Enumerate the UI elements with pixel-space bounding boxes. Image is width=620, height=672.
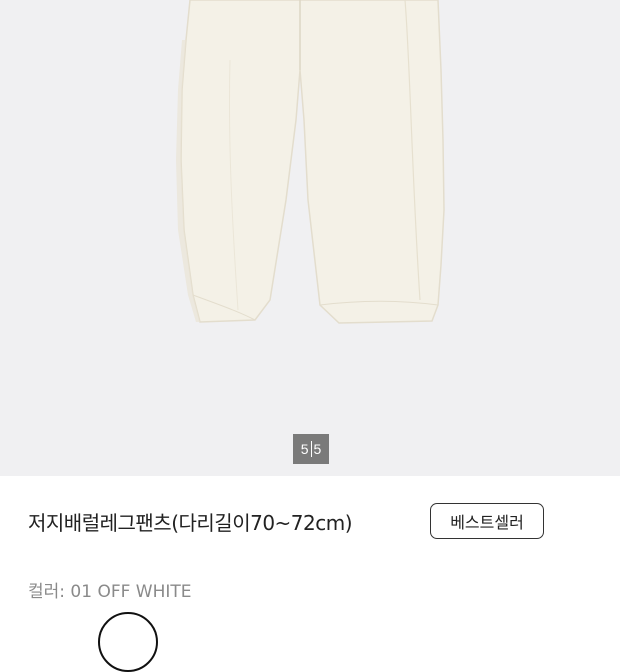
product-title-row: 저지배럴레그팬츠(다리길이70~72cm) 베스트셀러	[0, 476, 620, 566]
total-pages: 5	[313, 441, 322, 457]
color-info: 컬러: 01 OFF WHITE	[28, 577, 192, 602]
counter-divider	[310, 441, 312, 457]
bestseller-badge[interactable]: 베스트셀러	[430, 503, 544, 539]
color-label: 컬러:	[28, 582, 66, 602]
product-title: 저지배럴레그팬츠(다리길이70~72cm)	[28, 511, 353, 535]
pants-image	[176, 0, 445, 324]
product-image-gallery[interactable]: 5 5	[0, 0, 620, 476]
color-value: 01 OFF WHITE	[70, 582, 192, 602]
image-page-counter: 5 5	[293, 434, 329, 464]
current-page: 5	[300, 441, 309, 457]
color-swatch-selected[interactable]	[98, 612, 158, 672]
